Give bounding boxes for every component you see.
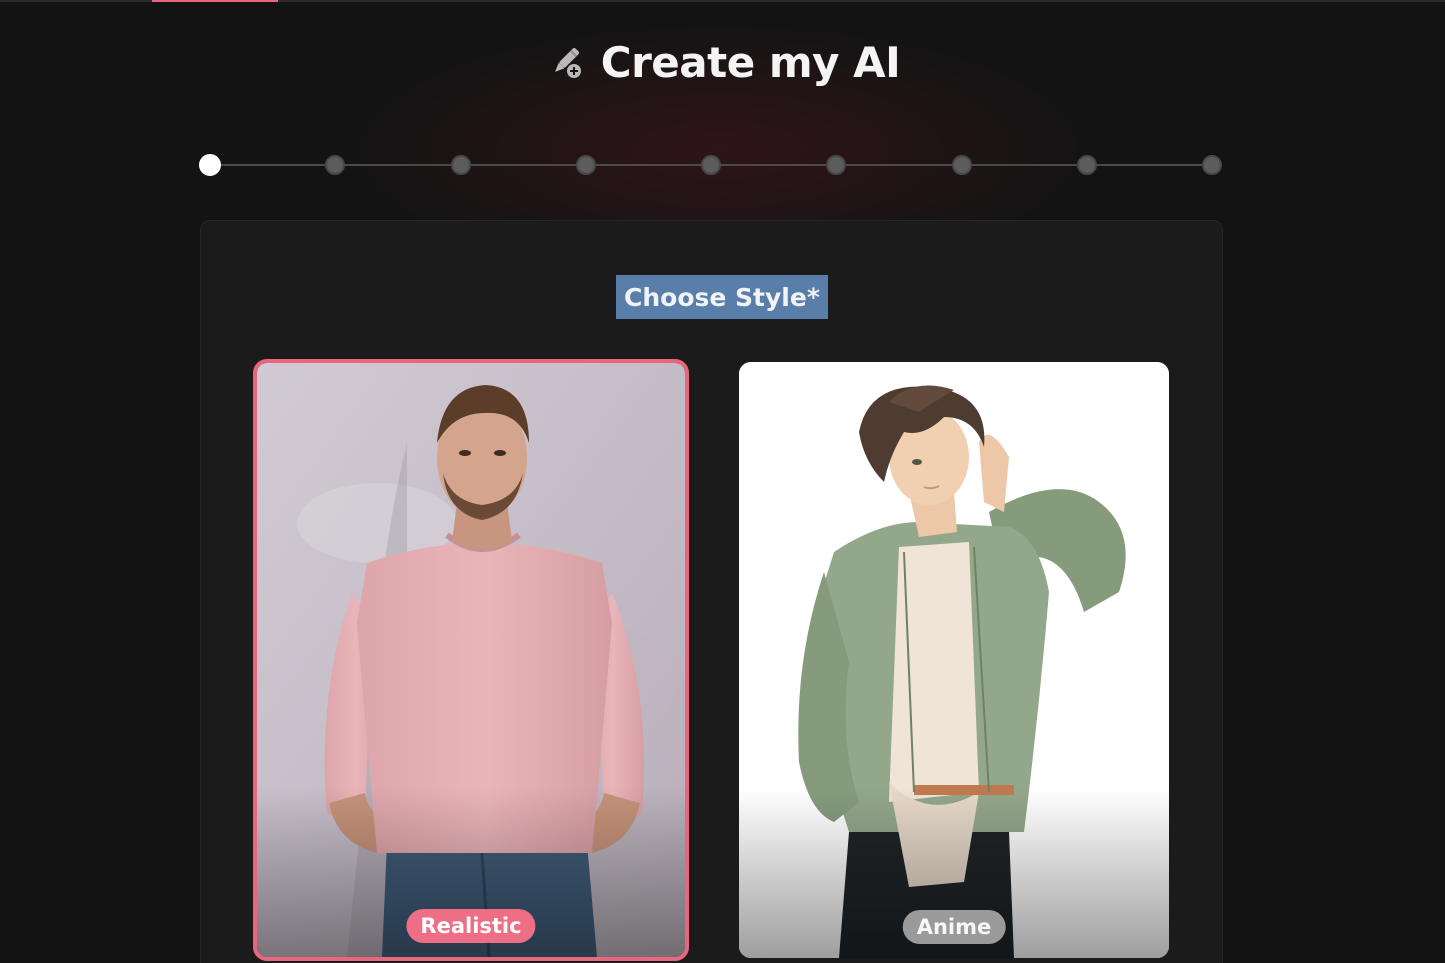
step-1[interactable]	[199, 154, 221, 176]
section-heading: Choose Style*	[616, 275, 828, 319]
page-title: Create my AI	[600, 37, 901, 87]
step-2[interactable]	[325, 155, 346, 175]
style-label-realistic: Realistic	[406, 909, 536, 943]
style-selection-panel: Choose Style* Realistic Anime	[200, 220, 1223, 963]
style-label-anime: Anime	[902, 910, 1006, 944]
step-3[interactable]	[450, 155, 471, 175]
style-option-anime[interactable]: Anime	[739, 362, 1169, 958]
step-4[interactable]	[575, 155, 596, 175]
style-option-realistic[interactable]: Realistic	[253, 359, 689, 961]
step-9[interactable]	[1202, 155, 1222, 175]
active-nav-indicator	[152, 0, 278, 2]
step-7[interactable]	[951, 155, 972, 175]
create-ai-page: Create my AI Choose Style* Realistic Ani…	[0, 0, 1445, 963]
page-header: Create my AI	[0, 34, 1445, 90]
step-6[interactable]	[826, 155, 847, 175]
pen-plus-icon	[545, 42, 585, 82]
step-8[interactable]	[1076, 155, 1097, 175]
step-5[interactable]	[701, 155, 721, 175]
